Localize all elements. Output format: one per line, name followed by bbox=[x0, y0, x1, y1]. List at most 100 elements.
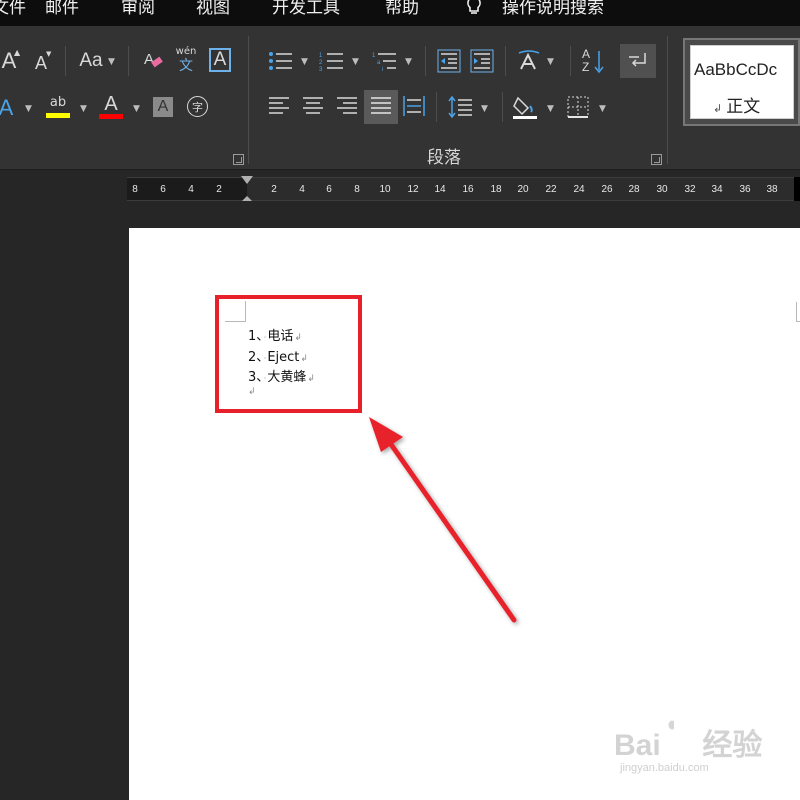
align-right-icon[interactable] bbox=[336, 95, 358, 117]
svg-text:1: 1 bbox=[319, 53, 323, 59]
menu-bar: 文件 邮件 审阅 视图 开发工具 帮助 操作说明搜索 bbox=[0, 0, 800, 26]
justify-button[interactable] bbox=[364, 90, 398, 124]
ruler-tick: 6 bbox=[160, 184, 166, 195]
ruler-tick: 8 bbox=[354, 184, 360, 195]
menu-mailings[interactable]: 邮件 bbox=[45, 0, 79, 18]
font-color-swatch bbox=[99, 114, 123, 119]
ruler-tick: 36 bbox=[739, 184, 751, 195]
increase-indent-icon[interactable] bbox=[470, 49, 494, 73]
borders-dropdown-icon[interactable]: ▼ bbox=[599, 104, 606, 114]
ruler-tick: 10 bbox=[379, 184, 391, 195]
numbering-icon[interactable]: 1 2 3 bbox=[319, 50, 345, 72]
svg-text:i: i bbox=[382, 67, 383, 72]
numbering-dropdown-icon[interactable]: ▼ bbox=[352, 57, 359, 67]
align-center-icon[interactable] bbox=[302, 95, 324, 117]
ruler-tick: 26 bbox=[601, 184, 613, 195]
line-spacing-dropdown-icon[interactable]: ▼ bbox=[481, 104, 488, 114]
sort-label-z: Z bbox=[582, 60, 590, 74]
font-dialog-launcher[interactable] bbox=[233, 154, 244, 165]
align-left-icon[interactable] bbox=[268, 95, 290, 117]
font-color-dropdown-icon[interactable]: ▼ bbox=[133, 104, 140, 114]
character-border-button[interactable]: A bbox=[209, 48, 231, 72]
change-case-dropdown-icon[interactable]: ▼ bbox=[108, 57, 115, 67]
sort-button[interactable]: A Z bbox=[582, 47, 606, 76]
ruler-tick: 2 bbox=[271, 184, 277, 195]
show-hide-marks-button[interactable] bbox=[620, 44, 656, 78]
chinese-layout-dropdown-icon[interactable]: ▼ bbox=[547, 57, 554, 67]
annotation-highlight-box bbox=[215, 295, 362, 413]
menu-review[interactable]: 审阅 bbox=[121, 0, 155, 18]
menu-file[interactable]: 文件 bbox=[0, 0, 26, 18]
highlight-color-swatch bbox=[46, 113, 70, 118]
shading-dropdown-icon[interactable]: ▼ bbox=[547, 104, 554, 114]
svg-text:A: A bbox=[144, 51, 154, 68]
style-normal-sample: AaBbCcDc bbox=[694, 60, 778, 79]
ribbon: A ▲ A ▼ Aa ▼ A wén 文 A A ▼ ab ▼ A ▼ A 字 … bbox=[0, 26, 800, 170]
menu-help[interactable]: 帮助 bbox=[385, 0, 419, 18]
ruler-tick: 8 bbox=[132, 184, 138, 195]
ruler-tick: 30 bbox=[656, 184, 668, 195]
ruler-tick: 32 bbox=[684, 184, 696, 195]
decrease-indent-icon[interactable] bbox=[437, 49, 461, 73]
distributed-icon[interactable] bbox=[403, 95, 425, 117]
font-color-button[interactable]: A bbox=[100, 93, 122, 115]
style-normal-tile[interactable]: AaBbCcDc ↲ 正文 bbox=[690, 45, 794, 119]
character-shading-button[interactable]: A bbox=[153, 97, 173, 117]
bullets-dropdown-icon[interactable]: ▼ bbox=[301, 57, 308, 67]
svg-text:3: 3 bbox=[319, 67, 323, 72]
horizontal-ruler[interactable]: 8 6 4 2 2 4 6 8 10 12 14 16 18 20 22 24 … bbox=[127, 176, 800, 209]
ruler-tick: 2 bbox=[216, 184, 222, 195]
shading-icon[interactable] bbox=[512, 94, 538, 120]
group-separator-font bbox=[248, 36, 249, 164]
change-case-button[interactable]: Aa bbox=[76, 48, 106, 74]
borders-icon[interactable] bbox=[567, 96, 589, 118]
text-boundary-right bbox=[796, 302, 800, 322]
tell-me-search[interactable]: 操作说明搜索 bbox=[502, 0, 604, 18]
font-separator-2 bbox=[128, 46, 129, 76]
paragraph-mark-icon: ↲ bbox=[713, 102, 723, 115]
ruler-tick: 22 bbox=[545, 184, 557, 195]
style-normal-name: ↲ 正文 bbox=[713, 92, 760, 117]
ruler-tick: 18 bbox=[490, 184, 502, 195]
svg-text:a: a bbox=[377, 60, 381, 66]
phonetic-guide-button[interactable]: 文 bbox=[177, 57, 195, 74]
watermark-url: jingyan.baidu.com bbox=[620, 762, 709, 774]
document-area: 1、·电话↲ 2、·Eject↲ 3、·大黄蜂↲ ↲ bbox=[0, 201, 800, 800]
bullets-icon[interactable] bbox=[268, 50, 294, 72]
ruler-tick: 34 bbox=[711, 184, 723, 195]
paragraph-separator-1 bbox=[425, 46, 426, 76]
ruler-tick: 16 bbox=[462, 184, 474, 195]
chinese-layout-icon[interactable] bbox=[516, 49, 542, 73]
ruler-tick: 4 bbox=[188, 184, 194, 195]
sort-label-a: A bbox=[582, 47, 591, 61]
svg-text:1: 1 bbox=[372, 53, 376, 59]
paragraph-separator-3 bbox=[570, 46, 571, 76]
paragraph-dialog-launcher[interactable] bbox=[651, 154, 662, 165]
highlight-button[interactable]: ab bbox=[46, 94, 70, 110]
grow-font-icon: ▲ bbox=[14, 48, 21, 57]
ruler-tick: 6 bbox=[326, 184, 332, 195]
multilevel-list-dropdown-icon[interactable]: ▼ bbox=[405, 57, 412, 67]
lightbulb-icon[interactable] bbox=[463, 0, 485, 16]
paragraph-separator-5 bbox=[502, 92, 503, 122]
ruler-tick: 12 bbox=[407, 184, 419, 195]
group-separator-paragraph bbox=[667, 36, 668, 164]
style-normal-label: 正文 bbox=[726, 97, 761, 117]
clear-formatting-icon[interactable]: A bbox=[142, 50, 166, 72]
text-effects-dropdown-icon[interactable]: ▼ bbox=[25, 104, 32, 114]
multilevel-list-icon[interactable]: 1 a i bbox=[372, 50, 398, 72]
ruler-tick: 14 bbox=[434, 184, 446, 195]
styles-gallery: AaBbCcDc ↲ 正文 bbox=[683, 38, 800, 126]
sort-arrow-icon bbox=[594, 51, 604, 74]
menu-developer[interactable]: 开发工具 bbox=[272, 0, 340, 18]
text-effects-button[interactable]: A bbox=[0, 95, 16, 121]
enclose-characters-button[interactable]: 字 bbox=[187, 96, 208, 117]
baidu-jingyan-watermark: Bai 经验 jingyan.baidu.com bbox=[614, 712, 800, 792]
menu-view[interactable]: 视图 bbox=[196, 0, 230, 18]
highlight-dropdown-icon[interactable]: ▼ bbox=[80, 104, 87, 114]
watermark-text: Bai 经验 bbox=[614, 729, 763, 762]
right-indent-marker[interactable] bbox=[794, 177, 800, 201]
line-spacing-icon[interactable] bbox=[448, 95, 474, 119]
shrink-font-icon: ▼ bbox=[46, 50, 52, 58]
svg-text:2: 2 bbox=[319, 60, 323, 66]
